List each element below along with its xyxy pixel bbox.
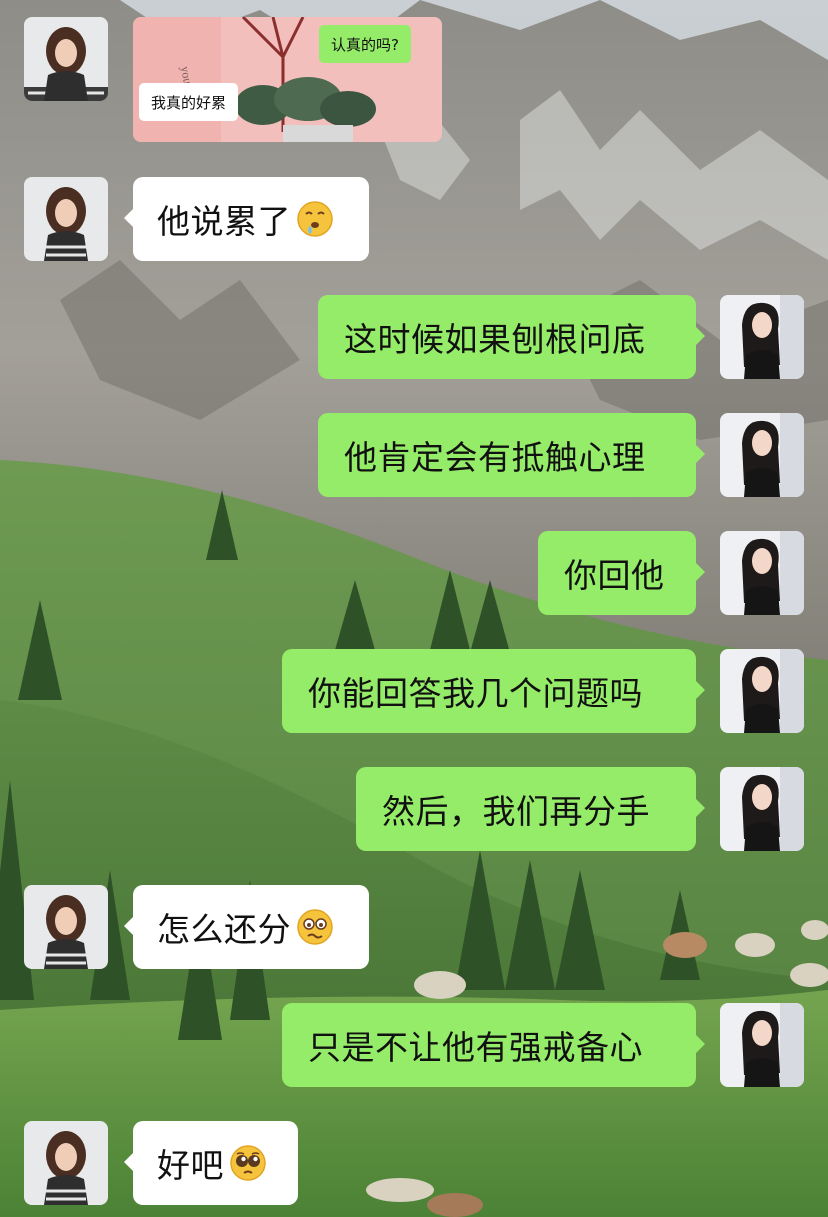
message-bubble[interactable]: 只是不让他有强戒备心 (282, 1003, 705, 1087)
message-text: 这时候如果刨根问底 (344, 320, 646, 359)
message-text: 然后，我们再分手 (382, 792, 650, 831)
message-bubble[interactable]: 好吧 (124, 1121, 298, 1205)
message-bubble[interactable]: 你能回答我几个问题吗 (282, 649, 705, 733)
user-avatar[interactable] (720, 649, 804, 733)
message-text: 他说累了 (157, 202, 291, 241)
user-avatar[interactable] (720, 295, 804, 379)
message-bubble[interactable]: 他说累了 (124, 177, 369, 261)
message-bubble[interactable]: 你回他 (538, 531, 705, 615)
message-text: 怎么还分 (157, 910, 291, 949)
contact-avatar[interactable] (24, 177, 108, 261)
image-bubble-left: 我真的好累 (139, 83, 239, 121)
message-text: 你能回答我几个问题吗 (308, 674, 643, 713)
message-text: 好吧 (157, 1146, 224, 1185)
user-avatar[interactable] (720, 413, 804, 497)
message-text: 他肯定会有抵触心理 (344, 438, 646, 477)
message-bubble[interactable]: 这时候如果刨根问底 (318, 295, 705, 379)
message-bubble[interactable]: 他肯定会有抵触心理 (318, 413, 705, 497)
contact-avatar[interactable] (24, 1121, 108, 1205)
message-text: 你回他 (564, 556, 665, 595)
message-bubble[interactable]: 然后，我们再分手 (356, 767, 705, 851)
contact-avatar[interactable] (24, 17, 108, 101)
woozy-face-icon (295, 907, 335, 947)
user-avatar[interactable] (720, 531, 804, 615)
user-avatar[interactable] (720, 1003, 804, 1087)
drooling-face-icon (295, 199, 335, 239)
chat-conversation: your 认真的吗? 我真的好累 他说累了 这时候如果刨根问底 他肯定会有抵触心… (0, 0, 828, 1217)
user-avatar[interactable] (720, 767, 804, 851)
pleading-face-icon (228, 1143, 268, 1183)
message-bubble[interactable]: 怎么还分 (124, 885, 369, 969)
shared-image[interactable]: your 认真的吗? 我真的好累 (133, 17, 442, 142)
message-text: 只是不让他有强戒备心 (308, 1028, 643, 1067)
contact-avatar[interactable] (24, 885, 108, 969)
image-bubble-right: 认真的吗? (319, 25, 411, 63)
